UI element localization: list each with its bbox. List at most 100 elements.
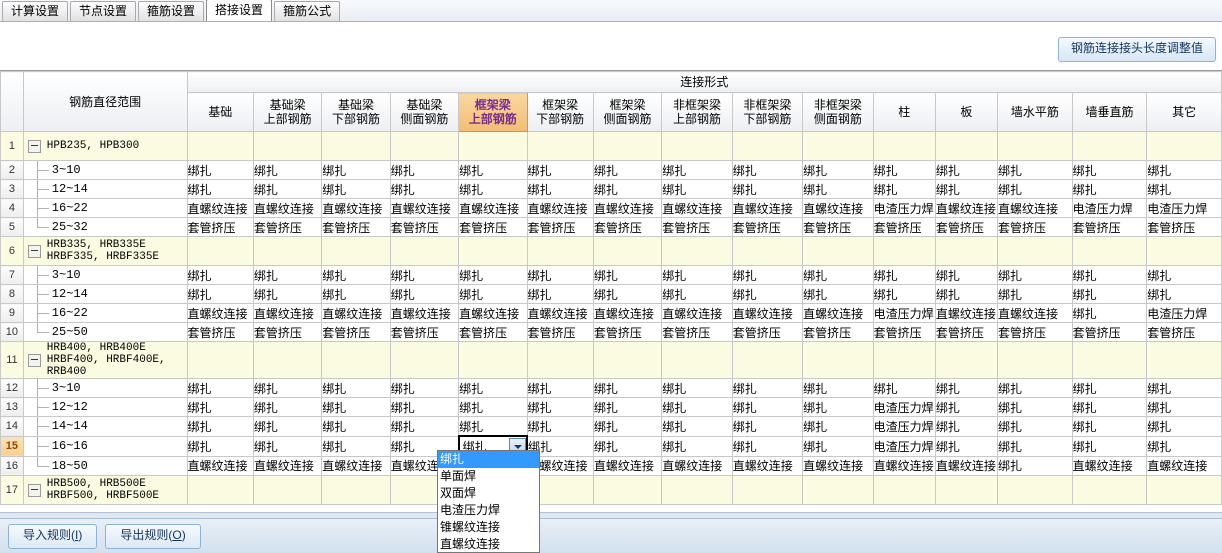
cell-r12-c13[interactable]: 绑扎 <box>1071 378 1148 398</box>
cell-r7-c5[interactable]: 绑扎 <box>526 265 594 285</box>
dropdown-option-4[interactable]: 锥螺纹连接 <box>438 519 539 536</box>
cell-r15-c12[interactable]: 绑扎 <box>997 435 1073 457</box>
column-header-11[interactable]: 板 <box>934 92 999 132</box>
cell-r15-c1[interactable]: 绑扎 <box>252 435 323 457</box>
cell-r14-c1[interactable]: 绑扎 <box>252 416 323 437</box>
cell-r3-c10[interactable]: 绑扎 <box>872 179 936 199</box>
cell-r8-c2[interactable]: 绑扎 <box>321 284 391 304</box>
cell-r14-c8[interactable]: 绑扎 <box>731 416 804 437</box>
cell-r5-c4[interactable]: 套管挤压 <box>458 217 528 237</box>
cell-r13-c8[interactable]: 绑扎 <box>731 397 804 417</box>
cell-r16-c14[interactable]: 直螺纹连接 <box>1146 455 1222 476</box>
column-header-7[interactable]: 非框架梁 上部钢筋 <box>661 92 733 132</box>
cell-r13-c12[interactable]: 绑扎 <box>997 397 1073 417</box>
diameter-range-cell[interactable]: 16~22 <box>22 198 188 218</box>
table-row[interactable]: 12 3~10 绑扎 绑扎 绑扎 绑扎 绑扎 绑扎 绑扎 绑扎 绑扎 绑扎 绑扎 绑扎 绑扎 绑扎 绑扎 <box>0 378 1222 398</box>
table-row[interactable]: 9 16~22 直螺纹连接 直螺纹连接 直螺纹连接 直螺纹连接 直螺纹连接 直螺纹连接 直螺纹连… <box>0 303 1222 323</box>
cell-r11-c12[interactable] <box>997 341 1073 379</box>
cell-r7-c11[interactable]: 绑扎 <box>934 265 999 285</box>
row-header-2[interactable]: 2 <box>0 160 24 180</box>
cell-r8-c3[interactable]: 绑扎 <box>389 284 460 304</box>
cell-r1-c10[interactable] <box>872 131 936 161</box>
dropdown-option-5[interactable]: 直螺纹连接 <box>438 536 539 552</box>
dropdown-option-3[interactable]: 电渣压力焊 <box>438 502 539 519</box>
cell-r17-c0[interactable] <box>186 475 254 505</box>
cell-r14-c9[interactable]: 绑扎 <box>802 416 874 437</box>
cell-r8-c13[interactable]: 绑扎 <box>1071 284 1148 304</box>
row-header-3[interactable]: 3 <box>0 179 24 199</box>
row-header-8[interactable]: 8 <box>0 284 24 304</box>
diameter-range-cell[interactable]: HRB335, HRB335E HRBF335, HRBF335E <box>22 236 188 266</box>
cell-r12-c0[interactable]: 绑扎 <box>186 378 254 398</box>
dropdown-option-0[interactable]: 绑扎 <box>438 451 539 468</box>
cell-r1-c3[interactable] <box>389 131 460 161</box>
cell-r15-c14[interactable]: 绑扎 <box>1146 435 1222 457</box>
cell-r4-c10[interactable]: 电渣压力焊 <box>872 198 936 218</box>
tab-1[interactable]: 节点设置 <box>70 1 137 21</box>
cell-r11-c2[interactable] <box>321 341 391 379</box>
cell-r9-c5[interactable]: 直螺纹连接 <box>526 303 594 323</box>
table-row[interactable]: 17 HRB500, HRB500E HRBF500, HRBF500E <box>0 475 1222 505</box>
column-header-0[interactable]: 基础 <box>186 92 254 132</box>
cell-r9-c12[interactable]: 直螺纹连接 <box>997 303 1073 323</box>
cell-r7-c6[interactable]: 绑扎 <box>592 265 663 285</box>
cell-r2-c5[interactable]: 绑扎 <box>526 160 594 180</box>
cell-r17-c12[interactable] <box>997 475 1073 505</box>
cell-r7-c2[interactable]: 绑扎 <box>321 265 391 285</box>
cell-r7-c14[interactable]: 绑扎 <box>1146 265 1222 285</box>
collapse-icon[interactable] <box>27 483 41 497</box>
cell-r7-c7[interactable]: 绑扎 <box>661 265 733 285</box>
cell-r3-c0[interactable]: 绑扎 <box>186 179 254 199</box>
cell-r13-c9[interactable]: 绑扎 <box>802 397 874 417</box>
cell-r11-c7[interactable] <box>661 341 733 379</box>
cell-r10-c11[interactable]: 套管挤压 <box>934 322 999 342</box>
cell-r5-c5[interactable]: 套管挤压 <box>526 217 594 237</box>
cell-r13-c11[interactable]: 绑扎 <box>934 397 999 417</box>
table-row[interactable]: 1 HPB235, HPB300 <box>0 131 1222 161</box>
cell-r13-c10[interactable]: 电渣压力焊 <box>872 397 936 417</box>
diameter-range-cell[interactable]: HPB235, HPB300 <box>22 131 188 161</box>
cell-r10-c3[interactable]: 套管挤压 <box>389 322 460 342</box>
column-header-2[interactable]: 基础梁 下部钢筋 <box>321 92 391 132</box>
cell-r16-c10[interactable]: 直螺纹连接 <box>872 455 936 476</box>
cell-r10-c13[interactable]: 套管挤压 <box>1071 322 1148 342</box>
cell-r1-c7[interactable] <box>661 131 733 161</box>
cell-r2-c14[interactable]: 绑扎 <box>1146 160 1222 180</box>
column-header-10[interactable]: 柱 <box>872 92 936 132</box>
cell-r1-c12[interactable] <box>997 131 1073 161</box>
cell-r15-c7[interactable]: 绑扎 <box>661 435 733 457</box>
row-header-10[interactable]: 10 <box>0 322 24 342</box>
cell-r5-c1[interactable]: 套管挤压 <box>252 217 323 237</box>
cell-r4-c14[interactable]: 电渣压力焊 <box>1146 198 1222 218</box>
cell-r2-c9[interactable]: 绑扎 <box>802 160 874 180</box>
cell-r6-c0[interactable] <box>186 236 254 266</box>
cell-r11-c10[interactable] <box>872 341 936 379</box>
cell-r13-c6[interactable]: 绑扎 <box>592 397 663 417</box>
cell-r14-c7[interactable]: 绑扎 <box>661 416 733 437</box>
cell-r10-c6[interactable]: 套管挤压 <box>592 322 663 342</box>
cell-r15-c9[interactable]: 绑扎 <box>802 435 874 457</box>
cell-r11-c4[interactable] <box>458 341 528 379</box>
cell-r11-c13[interactable] <box>1071 341 1148 379</box>
cell-r9-c9[interactable]: 直螺纹连接 <box>802 303 874 323</box>
cell-r2-c8[interactable]: 绑扎 <box>731 160 804 180</box>
cell-r16-c9[interactable]: 直螺纹连接 <box>802 455 874 476</box>
cell-r17-c9[interactable] <box>802 475 874 505</box>
cell-r6-c8[interactable] <box>731 236 804 266</box>
cell-r2-c7[interactable]: 绑扎 <box>661 160 733 180</box>
export-rules-button[interactable]: 导出规则(O) <box>105 523 201 549</box>
cell-r14-c3[interactable]: 绑扎 <box>389 416 460 437</box>
cell-r6-c4[interactable] <box>458 236 528 266</box>
diameter-range-cell[interactable]: 14~14 <box>22 416 188 437</box>
cell-r5-c2[interactable]: 套管挤压 <box>321 217 391 237</box>
cell-r4-c8[interactable]: 直螺纹连接 <box>731 198 804 218</box>
cell-r6-c1[interactable] <box>252 236 323 266</box>
cell-r6-c11[interactable] <box>934 236 999 266</box>
row-header-11[interactable]: 11 <box>0 341 24 379</box>
cell-r12-c3[interactable]: 绑扎 <box>389 378 460 398</box>
cell-r11-c5[interactable] <box>526 341 594 379</box>
cell-r9-c0[interactable]: 直螺纹连接 <box>186 303 254 323</box>
connection-type-dropdown-list[interactable]: 绑扎单面焊双面焊电渣压力焊锥螺纹连接直螺纹连接对焊套管挤压直螺纹(可调型) <box>437 450 540 553</box>
cell-r3-c8[interactable]: 绑扎 <box>731 179 804 199</box>
cell-r8-c9[interactable]: 绑扎 <box>802 284 874 304</box>
